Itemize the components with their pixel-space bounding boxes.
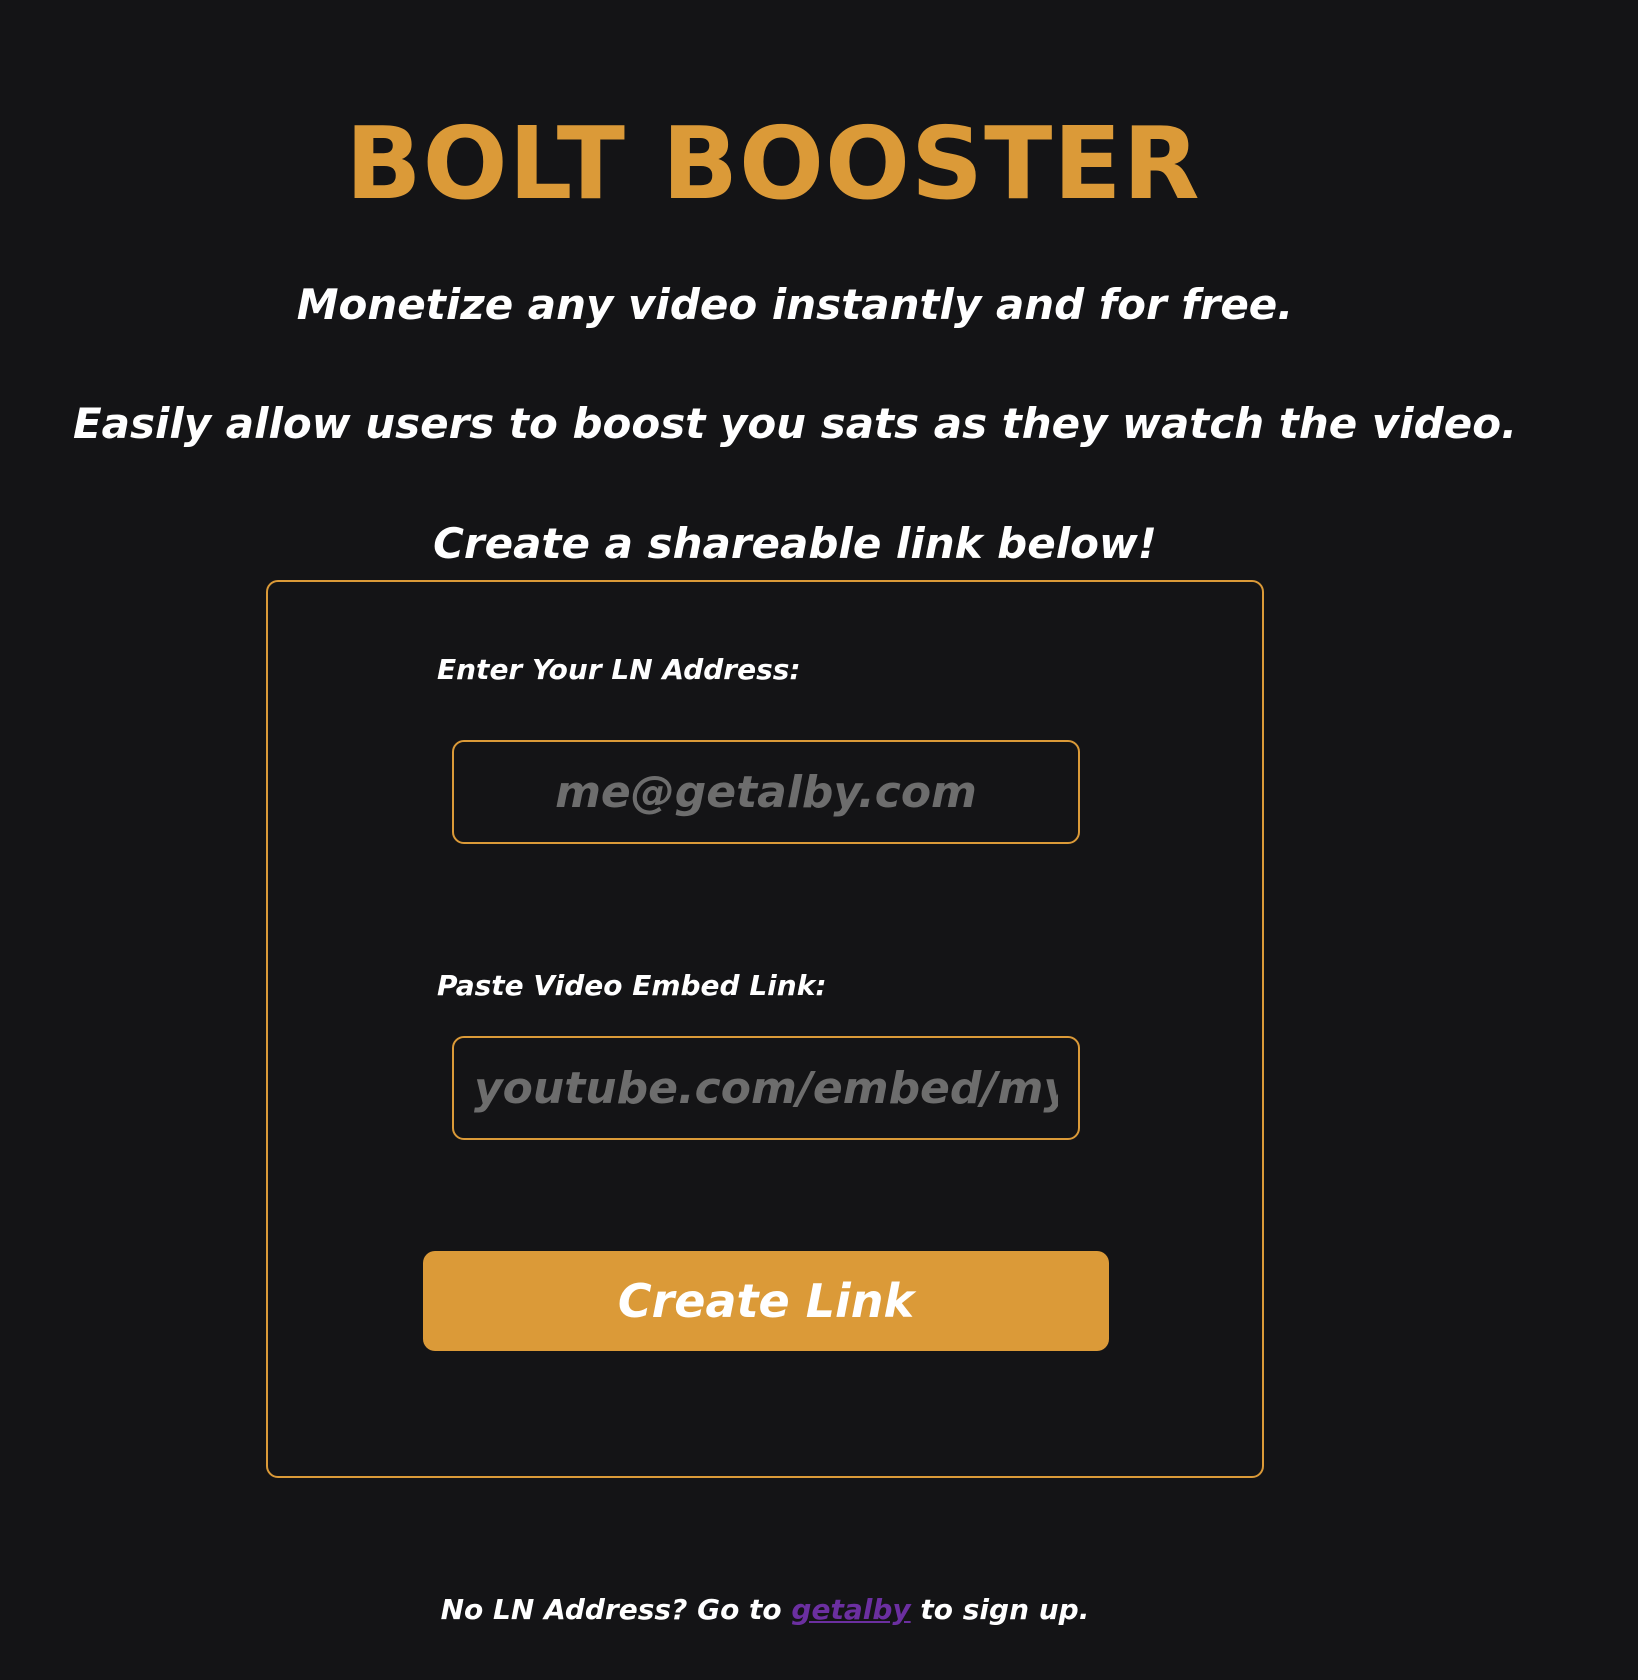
page-title: BOLT BOOSTER [345, 105, 1201, 222]
tagline-boost: Easily allow users to boost you sats as … [72, 399, 1518, 448]
tagline-create: Create a shareable link below! [433, 519, 1157, 568]
embed-link-input[interactable] [452, 1036, 1080, 1140]
tagline-monetize: Monetize any video instantly and for fre… [296, 280, 1294, 329]
embed-link-label: Paste Video Embed Link: [437, 969, 827, 1002]
create-link-button[interactable]: Create Link [423, 1251, 1109, 1351]
ln-address-label: Enter Your LN Address: [437, 653, 801, 686]
footer-suffix: to sign up. [910, 1593, 1090, 1626]
footer-prefix: No LN Address? Go to [440, 1593, 792, 1626]
ln-address-input[interactable] [452, 740, 1080, 844]
footer-signup-note: No LN Address? Go to getalby to sign up. [0, 1592, 1530, 1628]
getalby-link[interactable]: getalby [791, 1593, 910, 1626]
